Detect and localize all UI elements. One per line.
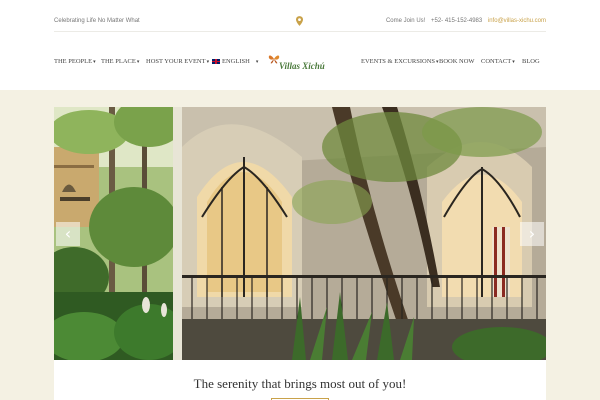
contact-info: Come Join Us! +52- 415-152-4983 info@vil… — [382, 18, 546, 24]
caret-down-icon: ▾ — [512, 60, 515, 65]
intro-title: The serenity that brings most out of you… — [193, 376, 407, 391]
join-text: Come Join Us! — [385, 18, 426, 24]
nav-label: THE PEOPLE — [54, 58, 93, 65]
chapel-photo — [182, 107, 546, 360]
map-pin-icon[interactable] — [296, 16, 303, 26]
nav-language[interactable]: ENGLISH ▾ — [212, 58, 258, 65]
site-header: Celebrating Life No Matter What Come Joi… — [0, 0, 600, 90]
uk-flag-icon — [212, 59, 220, 65]
tagline: Celebrating Life No Matter What — [54, 18, 140, 24]
nav-label: HOST YOUR EVENT — [146, 58, 206, 65]
nav-blog[interactable]: BLOG — [522, 58, 540, 65]
top-bar: Celebrating Life No Matter What Come Joi… — [54, 10, 546, 32]
main-nav: THE PEOPLE▾ THE PLACE▾ HOST YOUR EVENT▾ … — [54, 52, 546, 76]
slider-prev-arrow[interactable]: ‹ — [56, 222, 80, 246]
logo-text: Villas Xichú — [279, 61, 325, 71]
intro-panel: The serenity that brings most out of you… — [54, 360, 546, 400]
nav-label: EVENTS & EXCURSIONS — [361, 58, 436, 65]
slider-next-arrow[interactable]: › — [520, 222, 544, 246]
caret-down-icon: ▾ — [136, 60, 140, 65]
email-link[interactable]: info@villas-xichu.com — [488, 18, 546, 24]
nav-host-your-event[interactable]: HOST YOUR EVENT▾ — [146, 58, 209, 65]
page: Celebrating Life No Matter What Come Joi… — [0, 0, 600, 400]
image-slider[interactable]: ‹ › — [54, 107, 546, 360]
caret-down-icon: ▾ — [93, 60, 96, 65]
nav-book-now[interactable]: BOOK NOW — [439, 58, 475, 65]
nav-label: BOOK NOW — [439, 58, 475, 65]
caret-down-icon: ▾ — [255, 60, 259, 65]
nav-the-people[interactable]: THE PEOPLE▾ — [54, 58, 96, 65]
nav-label: BLOG — [522, 58, 540, 65]
nav-label: CONTACT — [481, 58, 512, 65]
caret-down-icon: ▾ — [206, 60, 210, 65]
phone-link[interactable]: +52- 415-152-4983 — [431, 18, 482, 24]
nav-label: ENGLISH — [222, 58, 250, 65]
nav-the-place[interactable]: THE PLACE▾ — [101, 58, 139, 65]
site-logo[interactable]: Villas Xichú — [264, 52, 339, 76]
nav-label: THE PLACE — [101, 58, 136, 65]
nav-events-excursions[interactable]: EVENTS & EXCURSIONS▾ — [361, 58, 439, 65]
nav-contact[interactable]: CONTACT▾ — [481, 58, 515, 65]
